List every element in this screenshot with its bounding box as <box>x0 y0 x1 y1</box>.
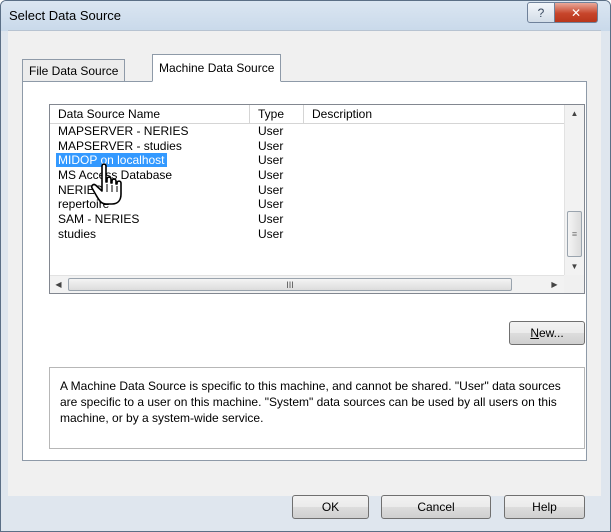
item-name: MS Access Database <box>58 168 173 183</box>
cancel-button[interactable]: Cancel <box>381 495 491 519</box>
item-type: User <box>258 197 284 212</box>
item-name: repertoire <box>58 197 110 212</box>
item-description <box>304 124 564 139</box>
item-type: User <box>258 124 284 138</box>
title-bar[interactable]: Select Data Source ? ✕ <box>1 1 610 31</box>
item-name: studies <box>58 226 97 241</box>
tab-label: File Data Source <box>29 63 119 78</box>
column-header-type[interactable]: Type <box>250 105 304 124</box>
item-description <box>304 153 564 168</box>
description-box: A Machine Data Source is specific to thi… <box>49 367 585 449</box>
tab-file-data-source[interactable]: File Data Source <box>22 59 126 81</box>
item-type: User <box>258 212 284 227</box>
item-description <box>304 212 564 227</box>
tab-machine-data-source[interactable]: Machine Data Source <box>152 54 282 82</box>
item-description <box>304 183 564 198</box>
tab-label: Machine Data Source <box>159 61 275 75</box>
item-name: MAPSERVER - studies <box>58 138 182 153</box>
column-header-description[interactable]: Description <box>304 105 564 124</box>
data-source-list[interactable]: Data Source Name Type Description MAPSER… <box>49 104 585 294</box>
item-description <box>304 197 564 212</box>
description-text: A Machine Data Source is specific to thi… <box>60 379 561 425</box>
column-header-name[interactable]: Data Source Name <box>50 105 250 124</box>
question-icon: ? <box>537 5 545 20</box>
ok-button[interactable]: OK <box>292 495 369 519</box>
item-description <box>304 168 564 183</box>
item-type: User <box>258 226 284 241</box>
item-type: User <box>258 182 284 197</box>
item-name: NERIES <box>58 182 103 197</box>
new-button-label: ew... <box>538 326 564 340</box>
help-title-button[interactable]: ? <box>527 2 555 23</box>
new-button-mnemonic: N <box>530 326 539 340</box>
ok-label: OK <box>321 500 340 514</box>
help-button[interactable]: Help <box>504 495 585 519</box>
horizontal-scroll-thumb[interactable]: III <box>68 278 512 291</box>
window-title: Select Data Source <box>9 8 122 23</box>
list-item[interactable]: SAM - NERIES User <box>50 212 564 227</box>
close-button[interactable]: ✕ <box>554 2 598 23</box>
item-description <box>304 139 564 154</box>
list-item[interactable]: MAPSERVER - studies User <box>50 139 564 154</box>
scroll-corner <box>564 275 584 293</box>
help-label: Help <box>532 500 557 514</box>
hand-pointer-icon <box>90 163 122 205</box>
scroll-down-arrow-icon[interactable]: ▼ <box>565 258 584 275</box>
scroll-right-arrow-icon[interactable]: ▶ <box>546 276 563 293</box>
close-icon: ✕ <box>570 5 582 20</box>
new-button[interactable]: New... <box>509 321 585 345</box>
item-name: SAM - NERIES <box>58 212 140 227</box>
item-description <box>304 227 564 242</box>
list-header: Data Source Name Type Description <box>50 105 564 124</box>
list-item[interactable]: MAPSERVER - NERIES User <box>50 124 564 139</box>
horizontal-scrollbar[interactable]: ◀ III ▶ <box>50 275 564 293</box>
scroll-left-arrow-icon[interactable]: ◀ <box>50 276 67 293</box>
vertical-scrollbar[interactable]: ▲ ≡ ▼ <box>564 105 584 275</box>
vertical-scroll-thumb[interactable]: ≡ <box>567 211 582 257</box>
list-item[interactable]: studies User <box>50 227 564 242</box>
item-type: User <box>258 168 284 183</box>
scroll-up-arrow-icon[interactable]: ▲ <box>565 105 584 122</box>
item-name: MAPSERVER - NERIES <box>58 124 189 138</box>
item-type: User <box>258 138 284 153</box>
item-type: User <box>258 153 284 168</box>
item-name: MIDOP on localhost <box>50 153 250 168</box>
cancel-label: Cancel <box>417 500 455 514</box>
